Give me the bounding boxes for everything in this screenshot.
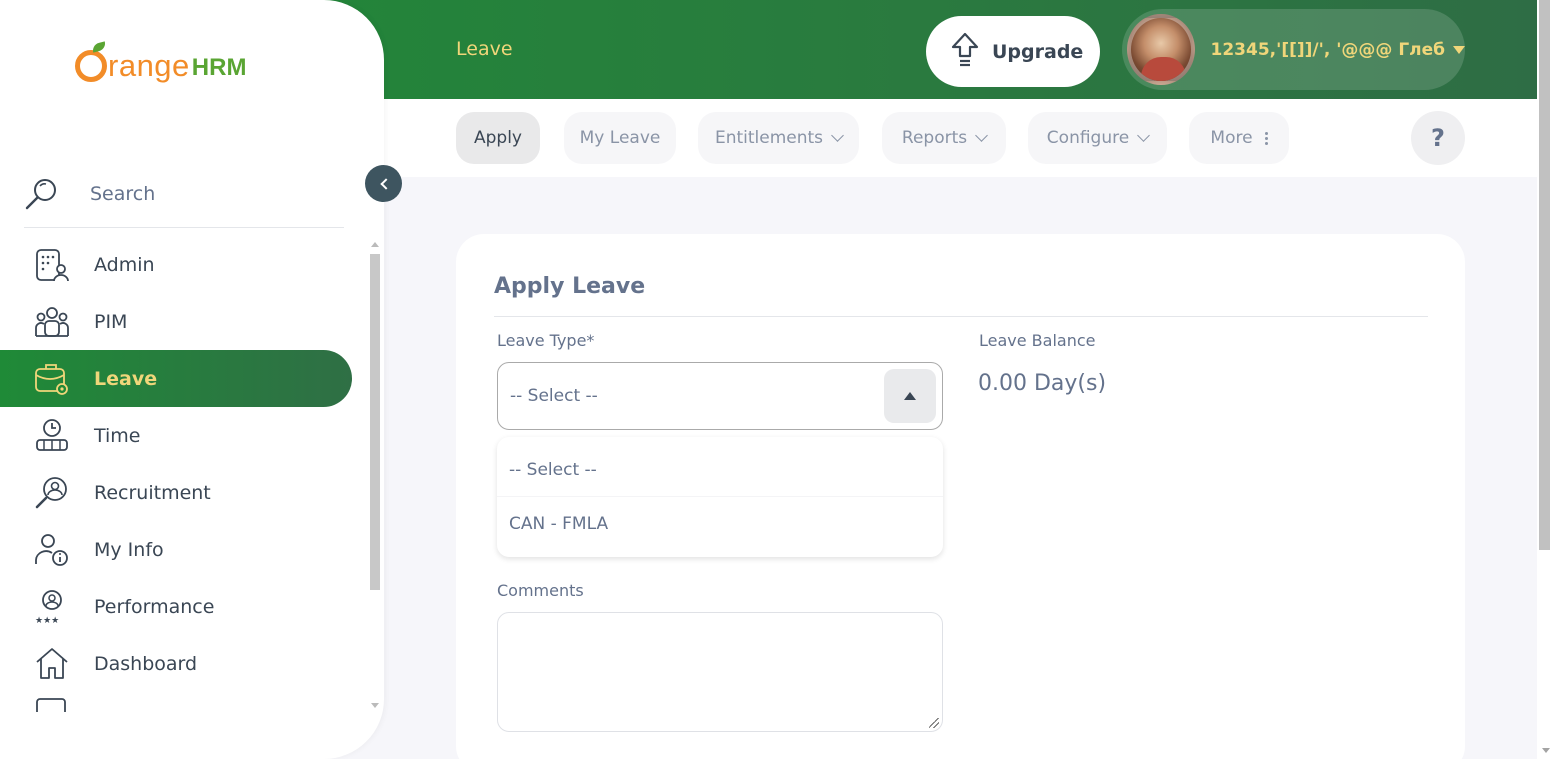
sidebar-item-label: My Info <box>94 538 164 561</box>
sidebar-item-my-info[interactable]: My Info <box>0 521 352 578</box>
sidebar-item-label: PIM <box>94 310 128 333</box>
leave-type-select[interactable]: -- Select -- <box>497 362 943 430</box>
leave-icon <box>34 361 70 397</box>
scrollbar-thumb[interactable] <box>370 254 380 590</box>
upgrade-button[interactable]: Upgrade <box>926 16 1100 87</box>
tab-configure-label: Configure <box>1046 128 1130 148</box>
scroll-down-icon[interactable] <box>1542 748 1550 753</box>
recruitment-icon <box>34 475 70 511</box>
my-info-icon <box>34 532 70 568</box>
tab-entitlements-label: Entitlements <box>714 128 824 148</box>
chevron-down-icon <box>975 129 988 142</box>
resize-handle-icon[interactable] <box>929 718 939 728</box>
page-scrollbar[interactable] <box>1537 0 1554 759</box>
sidebar-item-label: Admin <box>94 253 155 276</box>
sidebar-item-dashboard[interactable]: Dashboard <box>0 635 352 692</box>
divider <box>494 316 1428 317</box>
leave-type-dropdown: -- Select -- CAN - FMLA <box>497 437 943 557</box>
select-toggle-button[interactable] <box>884 369 936 423</box>
scrollbar-thumb[interactable] <box>1539 0 1550 550</box>
dashboard-icon <box>34 646 70 682</box>
time-icon <box>34 418 70 454</box>
chevron-left-icon <box>379 177 392 190</box>
search-label: Search <box>90 182 156 205</box>
user-name: 12345,'[[]]/', '@@@ Глеб <box>1210 39 1445 60</box>
tab-more[interactable]: More <box>1189 112 1289 164</box>
sidebar-item-pim[interactable]: PIM <box>0 293 352 350</box>
scroll-down-icon[interactable] <box>371 703 379 708</box>
user-dropdown[interactable]: 12345,'[[]]/', '@@@ Глеб <box>1122 9 1465 90</box>
sidebar-item-recruitment[interactable]: Recruitment <box>0 464 352 521</box>
logo-mark-icon <box>75 41 107 82</box>
performance-icon: ★★★ <box>34 589 70 625</box>
tab-entitlements[interactable]: Entitlements <box>698 112 859 164</box>
leave-type-label: Leave Type* <box>497 331 595 350</box>
orangehrm-logo[interactable]: range HRM <box>75 41 247 84</box>
svg-text:★★★: ★★★ <box>35 616 59 625</box>
admin-icon <box>34 247 70 283</box>
sidebar-item-label: Recruitment <box>94 481 211 504</box>
leave-balance-label: Leave Balance <box>979 331 1096 350</box>
pim-icon <box>34 304 70 340</box>
tab-apply-label: Apply <box>474 128 522 148</box>
sidebar-item-leave[interactable]: Leave <box>0 350 352 407</box>
apply-leave-card: Apply Leave Leave Type* -- Select -- -- … <box>456 234 1465 759</box>
dropdown-option[interactable]: CAN - FMLA <box>497 497 943 551</box>
sidebar-item-partial[interactable] <box>0 692 352 712</box>
sidebar-item-label: Leave <box>94 367 158 390</box>
tab-apply[interactable]: Apply <box>456 112 540 164</box>
caret-down-icon <box>1453 45 1465 54</box>
sidebar-item-label: Dashboard <box>94 652 198 675</box>
logo-suffix: HRM <box>191 54 247 81</box>
sidebar-menu: Admin PIM Leave Time Recruitment My Info… <box>0 236 352 712</box>
leave-balance-value: 0.00 Day(s) <box>978 371 1107 396</box>
upgrade-icon <box>950 31 980 72</box>
tab-configure[interactable]: Configure <box>1028 112 1167 164</box>
scroll-up-icon[interactable] <box>371 242 379 247</box>
kebab-menu-icon <box>1264 131 1268 145</box>
tab-reports-label: Reports <box>901 128 968 148</box>
leave-type-value: -- Select -- <box>510 386 598 406</box>
sidebar-item-label: Performance <box>94 595 215 618</box>
comments-textarea[interactable] <box>497 612 943 732</box>
tab-my-leave[interactable]: My Leave <box>564 112 676 164</box>
tab-reports[interactable]: Reports <box>882 112 1006 164</box>
sidebar-scrollbar[interactable] <box>368 238 382 712</box>
chevron-down-icon <box>1137 129 1151 142</box>
upgrade-label: Upgrade <box>992 40 1084 63</box>
sidebar: range HRM Search Admin PIM Leave Time Re… <box>0 0 384 759</box>
caret-up-icon <box>904 392 916 400</box>
logo-text: range <box>108 48 190 83</box>
sidebar-item-label: Time <box>94 424 141 447</box>
chevron-down-icon <box>831 129 844 142</box>
sidebar-search[interactable]: Search <box>24 160 344 228</box>
sidebar-item-time[interactable]: Time <box>0 407 352 464</box>
help-button[interactable]: ? <box>1411 111 1465 165</box>
avatar <box>1127 14 1195 85</box>
module-title: Leave <box>456 38 513 60</box>
sidebar-item-admin[interactable]: Admin <box>0 236 352 293</box>
comments-label: Comments <box>497 581 584 600</box>
sidebar-item-performance[interactable]: ★★★ Performance <box>0 578 352 635</box>
directory-icon <box>34 692 70 712</box>
tab-more-label: More <box>1210 128 1253 148</box>
top-nav-tabs: Apply My Leave Entitlements Reports Conf… <box>384 99 1537 177</box>
search-icon <box>24 176 60 212</box>
dropdown-option[interactable]: -- Select -- <box>497 443 943 497</box>
page-title: Apply Leave <box>494 274 646 299</box>
sidebar-collapse-button[interactable] <box>365 165 402 202</box>
tab-my-leave-label: My Leave <box>579 128 661 148</box>
